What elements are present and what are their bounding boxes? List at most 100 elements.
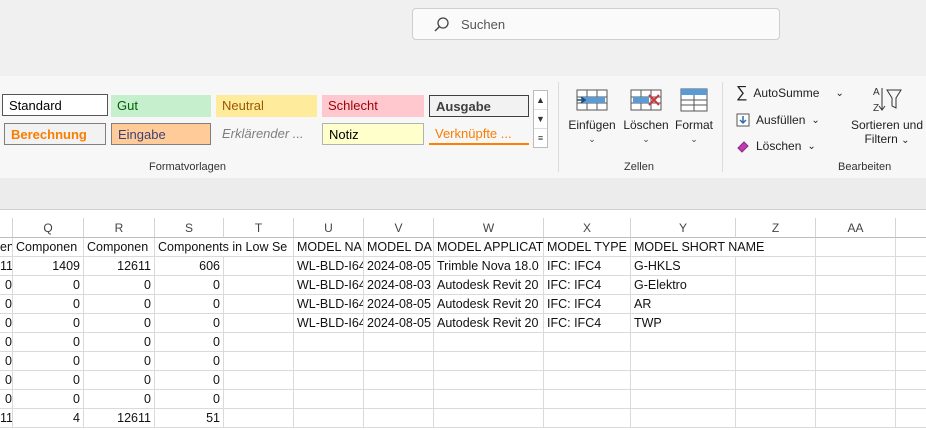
- table-cell[interactable]: 51: [155, 409, 224, 428]
- table-cell[interactable]: [736, 314, 816, 333]
- column-header-y[interactable]: Y: [631, 218, 736, 238]
- table-cell[interactable]: [224, 333, 294, 352]
- table-cell[interactable]: [364, 352, 434, 371]
- table-cell[interactable]: 12611: [84, 409, 155, 428]
- table-cell[interactable]: 0: [13, 276, 84, 295]
- table-cell[interactable]: [816, 257, 896, 276]
- table-cell[interactable]: 0: [13, 295, 84, 314]
- column-header-z[interactable]: Z: [736, 218, 816, 238]
- table-cell[interactable]: 0: [84, 371, 155, 390]
- table-cell[interactable]: [224, 371, 294, 390]
- table-cell[interactable]: [816, 352, 896, 371]
- column-header-s[interactable]: S: [155, 218, 224, 238]
- table-cell[interactable]: [364, 390, 434, 409]
- table-cell[interactable]: MODEL APPLICAT: [434, 238, 544, 257]
- chevron-down-icon[interactable]: ⌄: [835, 88, 843, 99]
- table-cell[interactable]: TWP: [631, 314, 736, 333]
- table-cell[interactable]: 0: [84, 295, 155, 314]
- table-cell[interactable]: [224, 409, 294, 428]
- table-cell[interactable]: [224, 352, 294, 371]
- table-cell[interactable]: 0: [13, 352, 84, 371]
- table-cell[interactable]: 0: [155, 333, 224, 352]
- table-cell[interactable]: [631, 409, 736, 428]
- style-gut[interactable]: Gut: [111, 95, 211, 117]
- table-cell[interactable]: [896, 276, 926, 295]
- table-cell[interactable]: 11: [0, 257, 13, 276]
- table-cell[interactable]: G-HKLS: [631, 257, 736, 276]
- table-cell[interactable]: [434, 371, 544, 390]
- table-cell[interactable]: [896, 257, 926, 276]
- table-cell[interactable]: 2024-08-05: [364, 295, 434, 314]
- table-cell[interactable]: WL-BLD-I64: [294, 314, 364, 333]
- sort-filter-button[interactable]: A Z Sortieren und Filtern ⌄: [848, 84, 926, 146]
- table-cell[interactable]: [294, 390, 364, 409]
- column-header-w[interactable]: W: [434, 218, 544, 238]
- table-cell[interactable]: [224, 257, 294, 276]
- table-cell[interactable]: 2024-08-05: [364, 314, 434, 333]
- table-cell[interactable]: Componen: [13, 238, 84, 257]
- table-cell[interactable]: [364, 409, 434, 428]
- table-cell[interactable]: [544, 409, 631, 428]
- format-button[interactable]: Format ⌄: [672, 86, 716, 145]
- expand-gallery-icon[interactable]: ≡: [534, 129, 547, 148]
- table-cell[interactable]: 0: [155, 371, 224, 390]
- table-cell[interactable]: WL-BLD-I64: [294, 276, 364, 295]
- table-cell[interactable]: [736, 409, 816, 428]
- style-notiz[interactable]: Notiz: [322, 123, 424, 145]
- table-cell[interactable]: [224, 314, 294, 333]
- table-cell[interactable]: [294, 352, 364, 371]
- table-cell[interactable]: WL-BLD-I64: [294, 257, 364, 276]
- table-cell[interactable]: 0: [155, 390, 224, 409]
- table-cell[interactable]: MODEL NA: [294, 238, 364, 257]
- table-cell[interactable]: 0: [84, 390, 155, 409]
- style-schlecht[interactable]: Schlecht: [322, 95, 424, 117]
- table-cell[interactable]: Trimble Nova 18.0: [434, 257, 544, 276]
- table-cell[interactable]: 0: [155, 276, 224, 295]
- table-cell[interactable]: 0: [84, 352, 155, 371]
- table-cell[interactable]: [816, 390, 896, 409]
- table-cell[interactable]: WL-BLD-I64: [294, 295, 364, 314]
- chevron-up-icon[interactable]: ▲: [534, 91, 547, 110]
- table-cell[interactable]: G-Elektro: [631, 276, 736, 295]
- table-cell[interactable]: IFC: IFC4: [544, 257, 631, 276]
- table-cell[interactable]: [816, 295, 896, 314]
- table-cell[interactable]: MODEL TYPE: [544, 238, 631, 257]
- style-verknuepfte[interactable]: Verknüpfte ...: [429, 123, 529, 145]
- table-cell[interactable]: 0: [0, 371, 13, 390]
- table-cell[interactable]: [816, 333, 896, 352]
- table-cell[interactable]: [736, 333, 816, 352]
- table-cell[interactable]: [896, 314, 926, 333]
- table-cell[interactable]: MODEL SHORT NAME: [631, 238, 816, 257]
- table-cell[interactable]: 0: [84, 276, 155, 295]
- table-cell[interactable]: [434, 390, 544, 409]
- table-cell[interactable]: Componen: [84, 238, 155, 257]
- table-cell[interactable]: 0: [13, 390, 84, 409]
- style-berechnung[interactable]: Berechnung: [4, 123, 106, 145]
- table-cell[interactable]: [896, 371, 926, 390]
- table-cell[interactable]: [816, 276, 896, 295]
- table-cell[interactable]: 1409: [13, 257, 84, 276]
- table-cell[interactable]: 0: [13, 314, 84, 333]
- table-cell[interactable]: [816, 409, 896, 428]
- column-header-t[interactable]: T: [224, 218, 294, 238]
- table-cell[interactable]: [896, 238, 926, 257]
- table-cell[interactable]: 0: [13, 371, 84, 390]
- table-cell[interactable]: Components in Low Se: [155, 238, 294, 257]
- table-cell[interactable]: 0: [0, 295, 13, 314]
- table-cell[interactable]: 11: [0, 409, 13, 428]
- autosum-button[interactable]: ∑ AutoSumme ⌄: [736, 85, 844, 101]
- table-cell[interactable]: 0: [0, 314, 13, 333]
- table-cell[interactable]: [364, 371, 434, 390]
- search-box[interactable]: Suchen: [412, 8, 780, 40]
- table-cell[interactable]: 0: [155, 314, 224, 333]
- table-cell[interactable]: IFC: IFC4: [544, 314, 631, 333]
- table-cell[interactable]: 0: [0, 276, 13, 295]
- style-ausgabe[interactable]: Ausgabe: [429, 95, 529, 117]
- table-cell[interactable]: [544, 333, 631, 352]
- table-cell[interactable]: MODEL DA: [364, 238, 434, 257]
- table-cell[interactable]: [736, 257, 816, 276]
- table-cell[interactable]: 606: [155, 257, 224, 276]
- style-neutral[interactable]: Neutral: [216, 95, 317, 117]
- table-cell[interactable]: 12611: [84, 257, 155, 276]
- column-header-p[interactable]: [0, 218, 13, 238]
